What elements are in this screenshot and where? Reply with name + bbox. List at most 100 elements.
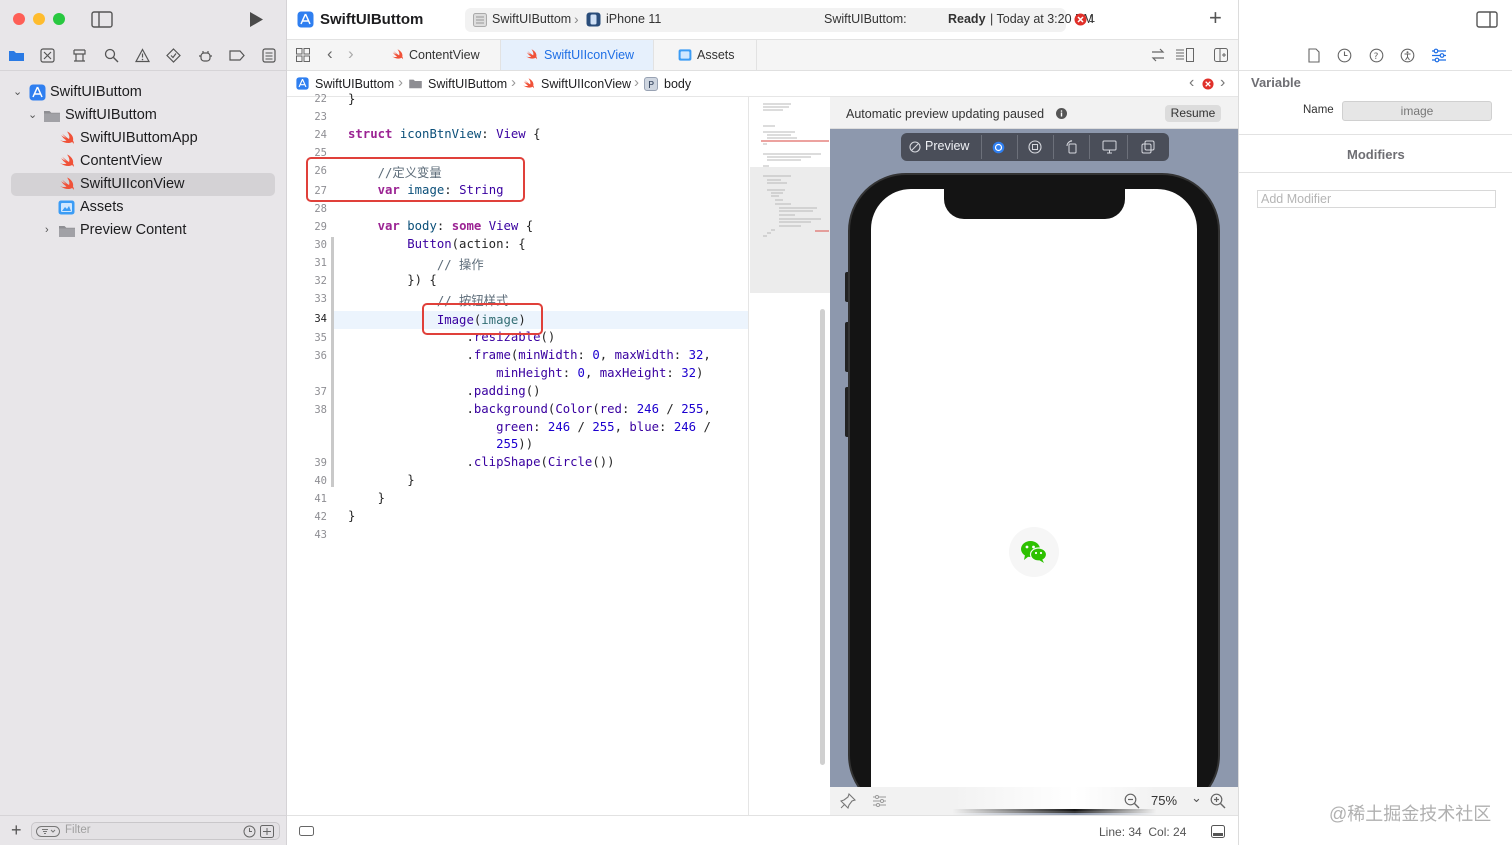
- device-icon: [586, 12, 601, 27]
- editor-tab-bar: ‹ › ContentView SwiftUIIconView Assets: [287, 40, 1238, 71]
- nav-item-project[interactable]: ⌄ SwiftUIButtom: [0, 81, 287, 104]
- assets-icon: [58, 200, 75, 215]
- chevron-right-icon: ›: [398, 74, 403, 91]
- tab-contentview[interactable]: ContentView: [369, 40, 501, 70]
- run-on-device-icon[interactable]: [1102, 140, 1117, 154]
- tab-assets[interactable]: Assets: [654, 40, 757, 70]
- back-arrow-icon[interactable]: ‹: [327, 44, 333, 64]
- code-fold-ribbon: [331, 237, 334, 487]
- divider: [1127, 135, 1128, 159]
- code-line: }: [348, 509, 356, 523]
- symbol-navigator-icon[interactable]: [72, 48, 87, 63]
- add-editor-icon[interactable]: [1214, 48, 1228, 62]
- minimap-toggle-icon[interactable]: [299, 826, 314, 836]
- close-window-button[interactable]: [13, 13, 25, 25]
- live-preview-icon[interactable]: [909, 141, 921, 153]
- nav-item-file[interactable]: SwiftUIButtomApp: [0, 127, 287, 150]
- quick-help-icon[interactable]: ?: [1369, 48, 1384, 63]
- add-modifier-field[interactable]: Add Modifier: [1257, 190, 1496, 208]
- rotate-device-icon[interactable]: [1065, 140, 1079, 154]
- source-editor[interactable]: 22 23 24 25 26 27 28 29 30 31 32 33 34 35 36 37 38 39 40 41…: [287, 92, 748, 815]
- history-inspector-icon[interactable]: [1337, 48, 1352, 63]
- scheme-selector[interactable]: SwiftUIButtom: [492, 12, 571, 26]
- name-field[interactable]: image: [1342, 101, 1492, 121]
- info-icon[interactable]: [1056, 108, 1067, 119]
- source-control-icon[interactable]: [40, 48, 55, 63]
- jumpbar-symbol[interactable]: body: [664, 77, 691, 91]
- zoom-in-icon[interactable]: [1210, 793, 1226, 809]
- nav-item-label: SwiftUIButtom: [50, 84, 142, 100]
- debug-navigator-icon[interactable]: [198, 48, 213, 63]
- paused-message: Automatic preview updating paused: [846, 107, 1045, 121]
- chevron-down-icon[interactable]: ⌄: [1191, 790, 1202, 806]
- sidebar-toggle-icon[interactable]: [91, 11, 113, 28]
- filter-field[interactable]: Filter: [31, 822, 280, 840]
- device-selector[interactable]: iPhone 11: [606, 12, 661, 26]
- recent-files-icon[interactable]: [243, 825, 256, 838]
- add-icon[interactable]: +: [11, 821, 22, 839]
- pin-icon[interactable]: [840, 793, 856, 809]
- error-icon[interactable]: [1074, 13, 1087, 26]
- accessibility-inspector-icon[interactable]: [1400, 48, 1415, 63]
- tab-swiftuiiconview[interactable]: SwiftUIIconView: [501, 40, 654, 70]
- editor-layout-icon[interactable]: [1211, 825, 1225, 838]
- watermark: @稀土掘金技术社区: [1329, 804, 1492, 824]
- swift-file-icon: [59, 131, 75, 146]
- inspector-toggle-icon[interactable]: [1476, 11, 1498, 28]
- nav-item-group[interactable]: ⌄ SwiftUIButtom: [0, 104, 287, 127]
- minimize-window-button[interactable]: [33, 13, 45, 25]
- scheme-icon: [473, 13, 487, 27]
- error-icon[interactable]: [1202, 78, 1214, 90]
- swap-icon[interactable]: [1151, 48, 1165, 62]
- disclosure-collapsed-icon[interactable]: ›: [45, 219, 49, 242]
- disclosure-expanded-icon[interactable]: ⌄: [28, 104, 37, 127]
- editor-options-icon[interactable]: [1175, 48, 1195, 62]
- report-navigator-icon[interactable]: [262, 48, 276, 63]
- editor-scrollbar[interactable]: [820, 309, 825, 765]
- nav-item-file[interactable]: ContentView: [0, 150, 287, 173]
- find-navigator-icon[interactable]: [104, 48, 119, 63]
- line-number: 40: [314, 475, 327, 487]
- disclosure-expanded-icon[interactable]: ⌄: [13, 81, 22, 104]
- previous-issue-icon[interactable]: ‹: [1189, 74, 1194, 92]
- jumpbar-group[interactable]: SwiftUIButtom: [428, 77, 507, 91]
- line-number: 23: [314, 111, 327, 123]
- navigator-selector-bar: [0, 40, 287, 71]
- nav-item-group[interactable]: › Preview Content: [0, 219, 287, 242]
- duplicate-preview-icon[interactable]: [1141, 140, 1155, 154]
- icon-button-preview[interactable]: [1009, 527, 1059, 577]
- nav-item-assets[interactable]: Assets: [0, 196, 287, 219]
- nav-item-file-selected[interactable]: SwiftUIIconView: [11, 173, 275, 196]
- inspect-preview-icon[interactable]: [1028, 140, 1042, 154]
- zoom-level[interactable]: 75%: [1151, 793, 1177, 808]
- canvas-settings-icon[interactable]: [872, 794, 887, 808]
- zoom-out-icon[interactable]: [1124, 793, 1140, 809]
- line-number: 41: [314, 493, 327, 505]
- code-line: .frame(minWidth: 0, maxWidth: 32,: [348, 348, 711, 362]
- swift-file-icon: [525, 49, 538, 61]
- test-navigator-icon[interactable]: [166, 48, 181, 63]
- status-project: SwiftUIButtom:: [824, 12, 907, 26]
- grid-menu-icon[interactable]: [296, 48, 310, 62]
- svg-text:?: ?: [1374, 52, 1379, 62]
- folder-navigator-icon[interactable]: [8, 49, 25, 62]
- jumpbar-project[interactable]: SwiftUIButtom: [315, 77, 394, 91]
- nav-item-label: SwiftUIButtomApp: [80, 130, 198, 146]
- minimap[interactable]: [748, 97, 830, 815]
- issue-navigator-icon[interactable]: [135, 48, 150, 63]
- zoom-window-button[interactable]: [53, 13, 65, 25]
- live-mode-icon[interactable]: [992, 141, 1005, 154]
- file-inspector-icon[interactable]: [1308, 48, 1320, 63]
- minimap-code-preview: [761, 103, 829, 237]
- resume-button[interactable]: Resume: [1165, 105, 1221, 122]
- source-control-filter-icon[interactable]: [260, 825, 274, 838]
- add-library-icon[interactable]: +: [1209, 6, 1222, 30]
- next-issue-icon[interactable]: ›: [1220, 74, 1225, 92]
- editor-status-bar: Line: 34 Col: 24: [287, 815, 1238, 845]
- app-project-icon: [296, 77, 309, 90]
- jumpbar-file[interactable]: SwiftUIIconView: [541, 77, 631, 91]
- run-button-icon[interactable]: [247, 11, 265, 28]
- attributes-inspector-icon[interactable]: [1431, 48, 1447, 63]
- breakpoint-navigator-icon[interactable]: [229, 49, 245, 62]
- forward-arrow-icon[interactable]: ›: [348, 44, 354, 64]
